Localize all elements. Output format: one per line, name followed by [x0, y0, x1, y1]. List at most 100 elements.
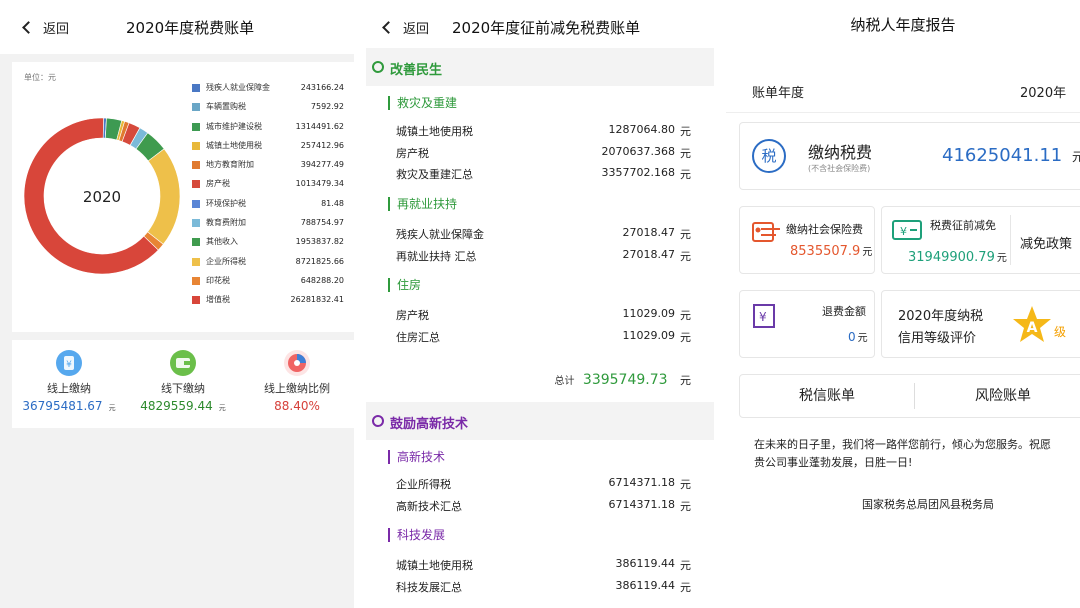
legend-value: 26281832.41: [290, 295, 344, 305]
credit-rating-card[interactable]: 2020年度纳税 信用等级评价 A 级: [881, 290, 1080, 358]
list-item: 残疾人就业保障金 27018.47 元: [396, 226, 691, 241]
legend-value: 1953837.82: [295, 237, 344, 247]
legend-item: 城镇土地使用税 257412.96: [192, 140, 350, 159]
legend-label: 地方教育附加: [206, 160, 254, 170]
year-value: 2020年: [1020, 86, 1067, 101]
header-bar: 返回 2020年度征前减免税费账单: [366, 0, 714, 54]
donut-center-label: 2020: [83, 188, 121, 206]
legend-item: 企业所得税 8721825.66: [192, 256, 350, 275]
legend-swatch: [192, 180, 200, 189]
tax-icon: 税: [752, 139, 786, 173]
offline-payment-label: 线下缴纳: [161, 382, 205, 395]
legend-swatch: [192, 276, 200, 285]
pie-chart-icon: [284, 350, 310, 376]
risk-bill-button[interactable]: 风险账单: [915, 375, 1080, 417]
legend-item: 车辆置购税 7592.92: [192, 101, 350, 120]
group-title: 高新技术: [388, 450, 445, 464]
legend-item: 印花税 648288.20: [192, 275, 350, 294]
legend-swatch: [192, 84, 200, 92]
legend-item: 房产税 1013479.34: [192, 178, 350, 197]
legend-value: 7592.92: [310, 102, 344, 112]
paid-taxes-value: 41625041.11: [942, 145, 1063, 166]
legend-label: 城镇土地使用税: [206, 140, 262, 150]
online-ratio-stat: 线上缴纳比例 88.40%: [240, 340, 354, 428]
legend-swatch: [192, 141, 200, 150]
legend-label: 印花税: [206, 275, 230, 285]
legend-swatch: [192, 199, 200, 208]
social-insurance-card[interactable]: 缴纳社会保险费 8535507.9 元: [739, 206, 875, 274]
online-ratio-value: 88.40%: [274, 399, 320, 413]
online-payment-unit: 元: [108, 404, 116, 412]
online-payment-value: 36795481.67: [22, 399, 103, 413]
legend-swatch: [192, 161, 200, 170]
section-title: 改善民生: [390, 63, 443, 78]
paid-taxes-unit: 元: [1071, 150, 1080, 164]
list-item: 住房汇总 11029.09 元: [396, 329, 691, 344]
legend-swatch: [192, 238, 200, 247]
refund-value: 0: [848, 330, 856, 344]
legend-value: 788754.97: [300, 218, 344, 228]
paid-taxes-card[interactable]: 税 缴纳税费 (不含社会保险费) 41625041.11 元: [739, 122, 1080, 190]
offline-payment-value: 4829559.44: [140, 399, 213, 413]
legend-label: 残疾人就业保障金: [206, 83, 270, 92]
back-button[interactable]: 返回: [382, 18, 430, 37]
legend-label: 增值税: [206, 295, 230, 305]
online-payment-label: 线上缴纳: [47, 382, 91, 395]
legend-value: 1013479.34: [295, 179, 344, 189]
legend-label: 车辆置购税: [206, 102, 246, 112]
total-value: 3395749.73: [582, 372, 668, 388]
svg-text:¥: ¥: [759, 310, 767, 324]
pre-tax-relief-unit: 元: [996, 253, 1007, 264]
offline-payment-unit: 元: [218, 404, 226, 412]
unit-label: 单位：元: [24, 73, 56, 82]
check-circle-icon: [372, 61, 384, 73]
chevron-left-icon: [22, 21, 35, 34]
back-button[interactable]: 返回: [22, 18, 69, 37]
chart-legend: 残疾人就业保障金 243166.24 车辆置购税 7592.92 城市维护建设税 1314…: [192, 82, 350, 314]
section-title: 鼓励高新技术: [390, 417, 469, 432]
chevron-left-icon: [382, 21, 395, 34]
credit-grade: A: [1027, 320, 1038, 336]
group-title: 科技发展: [388, 528, 445, 542]
paid-taxes-title: 缴纳税费: [808, 143, 873, 162]
yuan-icon: ¥: [56, 350, 82, 376]
legend-value: 81.48: [321, 198, 344, 208]
legend-swatch: [192, 103, 200, 112]
wallet-icon: [170, 350, 196, 376]
legend-item: 增值税 26281832.41: [192, 294, 350, 313]
paid-taxes-subtitle: (不含社会保险费): [808, 164, 871, 173]
issuer-signature: 国家税务总局团风县税务局: [862, 498, 994, 511]
legend-value: 257412.96: [300, 140, 344, 150]
legend-item: 教育费附加 788754.97: [192, 217, 350, 236]
legend-value: 1314491.62: [295, 121, 344, 131]
group-title: 住房: [388, 278, 421, 292]
list-item: 房产税 2070637.368 元: [396, 145, 691, 160]
header-bar: 返回 2020年度税费账单: [0, 0, 354, 54]
star-icon: A: [1013, 306, 1051, 342]
legend-item: 地方教育附加 394277.49: [192, 159, 350, 178]
page-title: 2020年度征前减免税费账单: [452, 19, 641, 37]
legend-swatch: [192, 257, 200, 266]
refund-label: 退费金额: [822, 305, 866, 318]
legend-value: 8721825.66: [295, 256, 344, 266]
list-item: 城镇土地使用税 1287064.80 元: [396, 123, 691, 138]
tax-credit-bill-button[interactable]: 税信账单: [740, 375, 914, 417]
donut-chart: 2020: [23, 117, 181, 275]
list-item: 高新技术汇总 6714371.18 元: [396, 498, 691, 513]
legend-value: 243166.24: [300, 83, 344, 92]
annual-report-panel: 纳税人年度报告 账单年度 2020年 税 缴纳税费 (不含社会保险费) 4162…: [726, 0, 1080, 608]
section-header-livelihood: 改善民生: [366, 48, 714, 86]
legend-label: 其他收入: [206, 237, 238, 247]
legend-label: 城市维护建设税: [206, 121, 262, 131]
refund-card[interactable]: ¥ 退费金额 0元: [739, 290, 875, 358]
relief-policy-link[interactable]: 减免政策: [1020, 233, 1072, 252]
year-label: 账单年度: [752, 86, 805, 101]
legend-label: 企业所得税: [206, 256, 246, 266]
legend-label: 房产税: [206, 179, 230, 189]
back-label: 返回: [403, 22, 430, 37]
group-title: 再就业扶持: [388, 197, 457, 211]
legend-swatch: [192, 219, 200, 228]
list-item: 再就业扶持 汇总 27018.47 元: [396, 248, 691, 263]
pre-tax-relief-card[interactable]: ¥ 税费征前减免 31949900.79 元 减免政策: [881, 206, 1080, 274]
list-item: 救灾及重建汇总 3357702.168 元: [396, 166, 691, 181]
